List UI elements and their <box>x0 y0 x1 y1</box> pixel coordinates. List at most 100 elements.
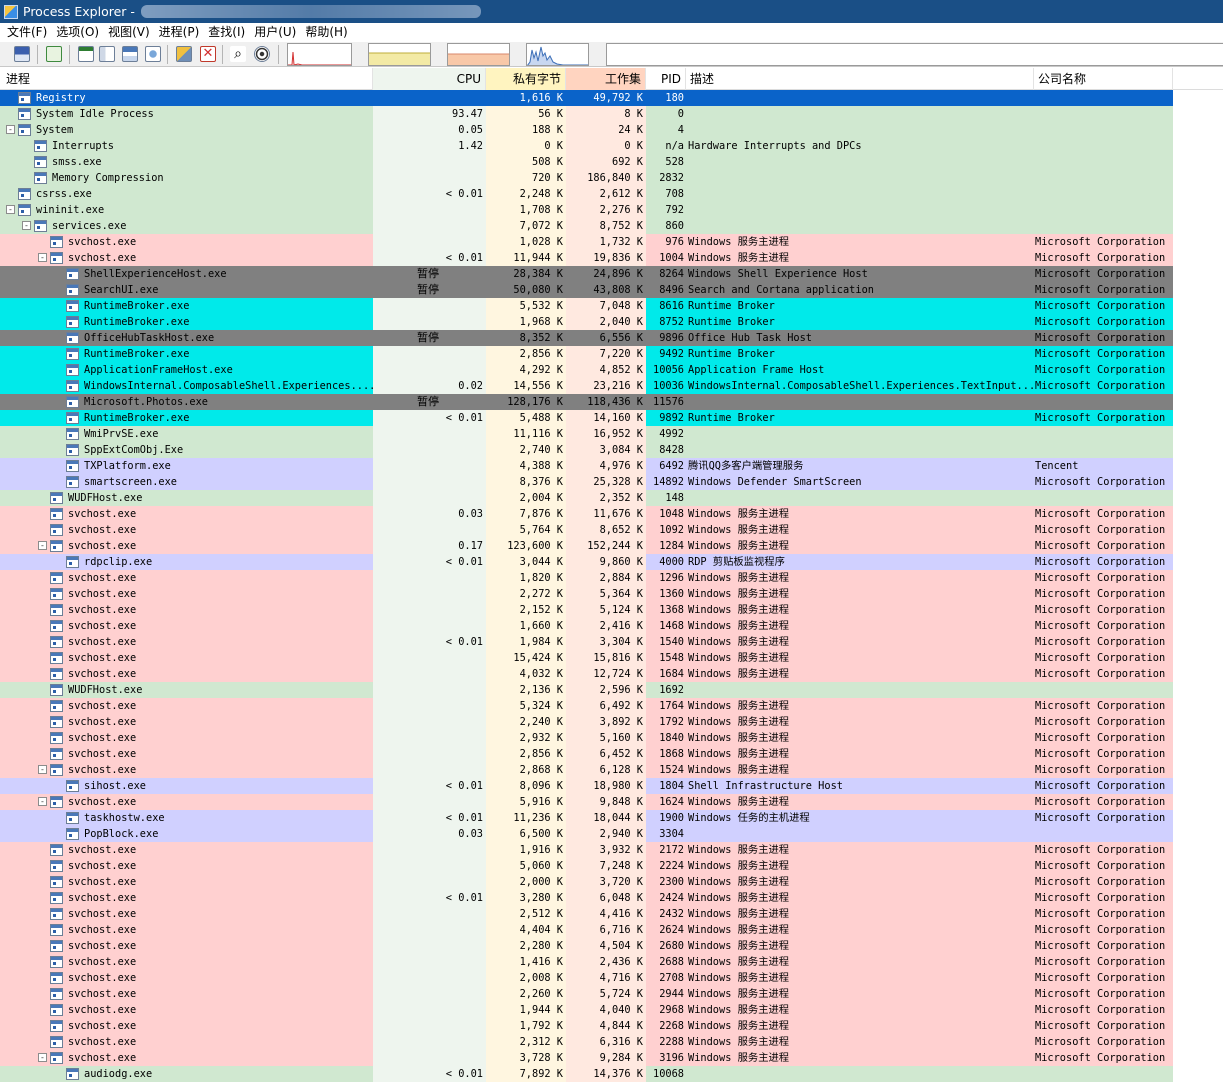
process-row[interactable]: svchost.exe 1,820 K 2,884 K 1296 Windows 服务主… <box>0 570 1173 586</box>
process-row[interactable]: Registry 1,616 K 49,792 K 180 <box>0 90 1173 106</box>
process-row[interactable]: ApplicationFrameHost.exe 4,292 K 4,852 K 10… <box>0 362 1173 378</box>
column-cpu[interactable]: CPU <box>373 68 486 90</box>
process-row[interactable]: - wininit.exe 1,708 K 2,276 K 792 <box>0 202 1173 218</box>
tree-collapse-icon[interactable]: - <box>38 541 47 550</box>
process-row[interactable]: svchost.exe 1,916 K 3,932 K 2172 Windows 服务主… <box>0 842 1173 858</box>
tree-collapse-icon[interactable]: - <box>6 125 15 134</box>
process-row[interactable]: svchost.exe 2,932 K 5,160 K 1840 Windows 服务主… <box>0 730 1173 746</box>
tree-collapse-icon[interactable]: - <box>38 1053 47 1062</box>
menu-process[interactable]: 进程(P) <box>155 23 204 42</box>
process-row[interactable]: svchost.exe 2,152 K 5,124 K 1368 Windows 服务主… <box>0 602 1173 618</box>
process-row[interactable]: svchost.exe 2,512 K 4,416 K 2432 Windows 服务主… <box>0 906 1173 922</box>
column-company[interactable]: 公司名称 <box>1034 68 1173 90</box>
process-row[interactable]: RuntimeBroker.exe 2,856 K 7,220 K 9492 Runti… <box>0 346 1173 362</box>
menu-options[interactable]: 选项(O) <box>52 23 103 42</box>
process-row[interactable]: WUDFHost.exe 2,004 K 2,352 K 148 <box>0 490 1173 506</box>
tree-collapse-icon[interactable]: - <box>6 205 15 214</box>
tree-collapse-icon[interactable]: - <box>38 765 47 774</box>
process-row[interactable]: SppExtComObj.Exe 2,740 K 3,084 K 8428 <box>0 442 1173 458</box>
io-graph[interactable] <box>526 43 589 66</box>
process-row[interactable]: svchost.exe 15,424 K 15,816 K 1548 Windows 服… <box>0 650 1173 666</box>
process-row[interactable]: SearchUI.exe 暂停 50,080 K 43,808 K 8496 Search… <box>0 282 1173 298</box>
process-row[interactable]: svchost.exe 2,008 K 4,716 K 2708 Windows 服务主… <box>0 970 1173 986</box>
process-row[interactable]: svchost.exe 5,324 K 6,492 K 1764 Windows 服务主… <box>0 698 1173 714</box>
process-row[interactable]: - svchost.exe 5,916 K 9,848 K 1624 Windows 服务… <box>0 794 1173 810</box>
process-row[interactable]: RuntimeBroker.exe 1,968 K 2,040 K 8752 Runti… <box>0 314 1173 330</box>
process-row[interactable]: WUDFHost.exe 2,136 K 2,596 K 1692 <box>0 682 1173 698</box>
options-icon[interactable] <box>176 46 192 62</box>
process-row[interactable]: svchost.exe 0.03 7,876 K 11,676 K 1048 Window… <box>0 506 1173 522</box>
system-info-icon[interactable] <box>78 46 94 62</box>
tree-collapse-icon[interactable]: - <box>38 253 47 262</box>
process-row[interactable]: smss.exe 508 K 692 K 528 <box>0 154 1173 170</box>
tree-collapse-icon[interactable]: - <box>38 797 47 806</box>
kill-process-icon[interactable]: ✕ <box>200 46 216 62</box>
process-row[interactable]: taskhostw.exe < 0.01 11,236 K 18,044 K 1900 W… <box>0 810 1173 826</box>
network-graph[interactable] <box>606 43 1223 66</box>
column-pid[interactable]: PID <box>646 68 686 90</box>
process-row[interactable]: svchost.exe 2,280 K 4,504 K 2680 Windows 服务主… <box>0 938 1173 954</box>
process-properties-icon[interactable] <box>99 46 115 62</box>
process-row[interactable]: WindowsInternal.ComposableShell.Experien… <box>0 378 1173 394</box>
cpu-usage-graph[interactable] <box>287 43 352 66</box>
process-row[interactable]: svchost.exe < 0.01 3,280 K 6,048 K 2424 Windo… <box>0 890 1173 906</box>
process-row[interactable]: - svchost.exe 0.17 123,600 K 152,244 K 1284 Wi… <box>0 538 1173 554</box>
process-row[interactable]: svchost.exe 1,028 K 1,732 K 976 Windows 服务主进… <box>0 234 1173 250</box>
process-row[interactable]: Microsoft.Photos.exe 暂停 128,176 K 118,436 K… <box>0 394 1173 410</box>
process-row[interactable]: OfficeHubTaskHost.exe 暂停 8,352 K 6,556 K 989… <box>0 330 1173 346</box>
process-row[interactable]: audiodg.exe < 0.01 7,892 K 14,376 K 10068 <box>0 1066 1173 1082</box>
column-description[interactable]: 描述 <box>686 68 1034 90</box>
process-row[interactable]: TXPlatform.exe 4,388 K 4,976 K 6492 腾讯QQ多客户端… <box>0 458 1173 474</box>
process-row[interactable]: svchost.exe 1,660 K 2,416 K 1468 Windows 服务主… <box>0 618 1173 634</box>
refresh-icon[interactable] <box>46 46 62 62</box>
process-row[interactable]: - svchost.exe 2,868 K 6,128 K 1524 Windows 服务… <box>0 762 1173 778</box>
process-row[interactable]: rdpclip.exe < 0.01 3,044 K 9,860 K 4000 RDP 剪… <box>0 554 1173 570</box>
process-row[interactable]: System Idle Process 93.47 56 K8 K0 <box>0 106 1173 122</box>
process-row[interactable]: ShellExperienceHost.exe 暂停 28,384 K 24,896 … <box>0 266 1173 282</box>
process-row[interactable]: Memory Compression 720 K 186,840 K 2832 <box>0 170 1173 186</box>
process-row[interactable]: svchost.exe 5,060 K 7,248 K 2224 Windows 服务主… <box>0 858 1173 874</box>
save-icon[interactable] <box>14 46 30 62</box>
tree-collapse-icon[interactable]: - <box>22 221 31 230</box>
process-row[interactable]: svchost.exe 5,764 K 8,652 K 1092 Windows 服务主… <box>0 522 1173 538</box>
process-row[interactable]: svchost.exe 2,260 K 5,724 K 2944 Windows 服务主… <box>0 986 1173 1002</box>
process-row[interactable]: sihost.exe < 0.01 8,096 K 18,980 K 1804 Shell… <box>0 778 1173 794</box>
process-row[interactable]: - services.exe 7,072 K 8,752 K 860 <box>0 218 1173 234</box>
menu-view[interactable]: 视图(V) <box>104 23 154 42</box>
column-process[interactable]: 进程 <box>0 68 373 90</box>
process-row[interactable]: RuntimeBroker.exe 5,532 K 7,048 K 8616 Runti… <box>0 298 1173 314</box>
commit-charge-graph[interactable] <box>368 43 431 66</box>
process-row[interactable]: csrss.exe < 0.01 2,248 K 2,612 K 708 <box>0 186 1173 202</box>
process-row[interactable]: svchost.exe < 0.01 1,984 K 3,304 K 1540 Windo… <box>0 634 1173 650</box>
menu-find[interactable]: 查找(I) <box>204 23 249 42</box>
column-working-set[interactable]: 工作集 <box>566 68 646 90</box>
process-row[interactable]: PopBlock.exe 0.03 6,500 K 2,940 K 3304 <box>0 826 1173 842</box>
process-row[interactable]: - svchost.exe < 0.01 11,944 K 19,836 K 1004 Wi… <box>0 250 1173 266</box>
process-row[interactable]: svchost.exe 1,416 K 2,436 K 2688 Windows 服务主… <box>0 954 1173 970</box>
menu-users[interactable]: 用户(U) <box>250 23 300 42</box>
process-row[interactable]: svchost.exe 1,792 K 4,844 K 2268 Windows 服务主… <box>0 1018 1173 1034</box>
process-row[interactable]: WmiPrvSE.exe 11,116 K 16,952 K 4992 <box>0 426 1173 442</box>
dll-view-icon[interactable] <box>145 46 161 62</box>
process-row[interactable]: svchost.exe 4,032 K 12,724 K 1684 Windows 服务… <box>0 666 1173 682</box>
physical-memory-graph[interactable] <box>447 43 510 66</box>
process-row[interactable]: svchost.exe 2,240 K 3,892 K 1792 Windows 服务主… <box>0 714 1173 730</box>
process-row[interactable]: Interrupts 1.42 0 K0 Kn/a Hardware Interrup… <box>0 138 1173 154</box>
find-icon[interactable]: ⌕ <box>230 46 246 62</box>
process-row[interactable]: svchost.exe 2,856 K 6,452 K 1868 Windows 服务主… <box>0 746 1173 762</box>
process-row[interactable]: svchost.exe 1,944 K 4,040 K 2968 Windows 服务主… <box>0 1002 1173 1018</box>
process-row[interactable]: - svchost.exe 3,728 K 9,284 K 3196 Windows 服务… <box>0 1050 1173 1066</box>
column-private-bytes[interactable]: 私有字节 <box>486 68 566 90</box>
process-tree[interactable]: Registry 1,616 K 49,792 K 180 System Idle Pr… <box>0 90 1223 1082</box>
process-row[interactable]: smartscreen.exe 8,376 K 25,328 K 14892 Windo… <box>0 474 1173 490</box>
process-row[interactable]: svchost.exe 2,272 K 5,364 K 1360 Windows 服务主… <box>0 586 1173 602</box>
process-row[interactable]: RuntimeBroker.exe < 0.01 5,488 K 14,160 K 98… <box>0 410 1173 426</box>
process-row[interactable]: svchost.exe 2,000 K 3,720 K 2300 Windows 服务主… <box>0 874 1173 890</box>
process-row[interactable]: svchost.exe 4,404 K 6,716 K 2624 Windows 服务主… <box>0 922 1173 938</box>
menu-help[interactable]: 帮助(H) <box>301 23 351 42</box>
target-window-icon[interactable] <box>254 46 270 62</box>
process-row[interactable]: - System 0.05 188 K 24 K4 <box>0 122 1173 138</box>
lower-pane-icon[interactable] <box>122 46 138 62</box>
process-row[interactable]: svchost.exe 2,312 K 6,316 K 2288 Windows 服务主… <box>0 1034 1173 1050</box>
menu-file[interactable]: 文件(F) <box>3 23 51 42</box>
